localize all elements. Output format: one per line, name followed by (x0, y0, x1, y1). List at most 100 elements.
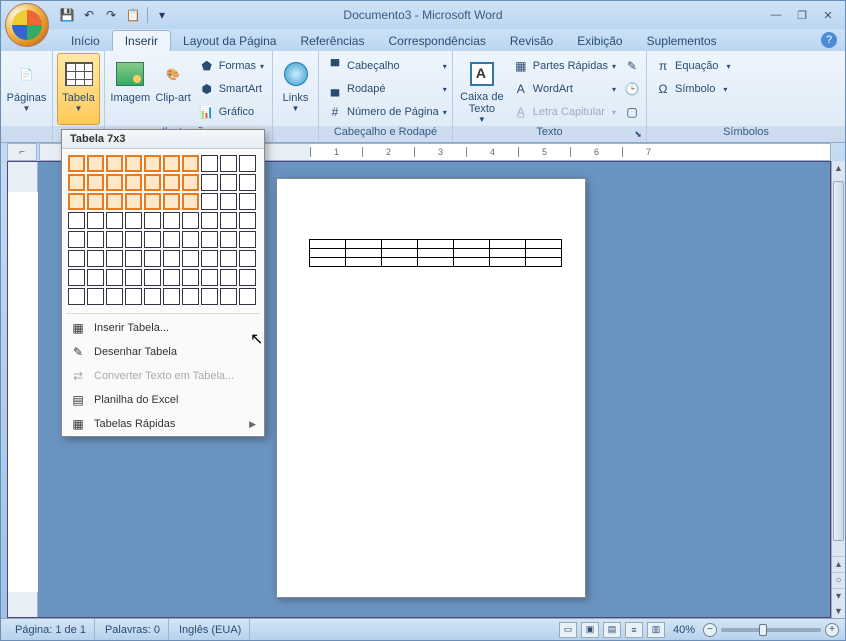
grid-cell[interactable] (163, 231, 180, 248)
grid-cell[interactable] (106, 269, 123, 286)
ruler-corner[interactable]: ⌐ (7, 143, 37, 161)
qat-paste-button[interactable]: 📋 (123, 5, 143, 25)
grid-cell[interactable] (68, 269, 85, 286)
grid-cell[interactable] (239, 193, 256, 210)
quickparts-button[interactable]: ▦Partes Rápidas▾ (509, 55, 620, 77)
grid-cell[interactable] (220, 250, 237, 267)
grid-cell[interactable] (201, 269, 218, 286)
smartart-button[interactable]: ⬢SmartArt (195, 78, 268, 100)
view-outline[interactable]: ≡ (625, 622, 643, 638)
close-button[interactable]: ✕ (817, 7, 839, 23)
grid-cell[interactable] (68, 288, 85, 305)
grid-cell[interactable] (182, 231, 199, 248)
grid-cell[interactable] (201, 250, 218, 267)
help-button[interactable]: ? (821, 32, 837, 48)
view-draft[interactable]: ▥ (647, 622, 665, 638)
header-button[interactable]: ▀Cabeçalho▾ (323, 55, 451, 77)
grid-cell[interactable] (68, 231, 85, 248)
grid-cell[interactable] (125, 288, 142, 305)
excel-spreadsheet-item[interactable]: ▤Planilha do Excel (62, 388, 264, 412)
grid-cell[interactable] (201, 288, 218, 305)
shapes-button[interactable]: ⬟Formas▾ (195, 55, 268, 77)
zoom-slider-knob[interactable] (759, 624, 767, 636)
grid-cell[interactable] (163, 250, 180, 267)
footer-button[interactable]: ▄Rodapé▾ (323, 78, 451, 100)
grid-cell[interactable] (220, 269, 237, 286)
grid-cell[interactable] (68, 174, 85, 191)
grid-cell[interactable] (163, 193, 180, 210)
grid-cell[interactable] (201, 193, 218, 210)
grid-cell[interactable] (239, 231, 256, 248)
grid-cell[interactable] (87, 155, 104, 172)
restore-button[interactable]: ❐ (791, 7, 813, 23)
dropcap-button[interactable]: A̲Letra Capitular▾ (509, 101, 620, 123)
textbox-button[interactable]: Caixa de Texto ▼ (457, 53, 507, 125)
vertical-scrollbar[interactable]: ▲ ▴ ○ ▾ ▼ (831, 161, 845, 618)
grid-cell[interactable] (220, 155, 237, 172)
status-page[interactable]: Página: 1 de 1 (7, 619, 95, 640)
grid-cell[interactable] (220, 174, 237, 191)
symbol-button[interactable]: ΩSímbolo▾ (651, 78, 734, 100)
grid-cell[interactable] (163, 174, 180, 191)
grid-cell[interactable] (125, 155, 142, 172)
grid-cell[interactable] (163, 269, 180, 286)
equation-button[interactable]: πEquação▾ (651, 55, 734, 77)
grid-cell[interactable] (163, 288, 180, 305)
grid-cell[interactable] (125, 193, 142, 210)
grid-cell[interactable] (163, 212, 180, 229)
links-button[interactable]: Links ▼ (277, 53, 314, 125)
grid-cell[interactable] (125, 250, 142, 267)
grid-cell[interactable] (201, 155, 218, 172)
view-print-layout[interactable]: ▭ (559, 622, 577, 638)
grid-cell[interactable] (106, 231, 123, 248)
grid-cell[interactable] (125, 212, 142, 229)
grid-cell[interactable] (182, 174, 199, 191)
status-language[interactable]: Inglês (EUA) (171, 619, 250, 640)
grid-cell[interactable] (106, 174, 123, 191)
view-full-screen[interactable]: ▣ (581, 622, 599, 638)
grid-cell[interactable] (201, 231, 218, 248)
scroll-up-button[interactable]: ▲ (832, 161, 845, 175)
grid-cell[interactable] (239, 288, 256, 305)
chart-button[interactable]: 📊Gráfico (195, 101, 268, 123)
draw-table-item[interactable]: ✎Desenhar Tabela (62, 340, 264, 364)
signature-button[interactable]: ✎ (622, 55, 642, 77)
insert-table-item[interactable]: ▦Inserir Tabela... (62, 316, 264, 340)
qat-customize-button[interactable]: ▾ (152, 5, 172, 25)
grid-cell[interactable] (144, 212, 161, 229)
tab-addins[interactable]: Suplementos (635, 31, 729, 51)
grid-cell[interactable] (106, 212, 123, 229)
zoom-out-button[interactable]: − (703, 623, 717, 637)
text-dialog-launcher[interactable]: ⬊ (632, 128, 644, 140)
grid-cell[interactable] (220, 288, 237, 305)
table-size-grid[interactable] (62, 149, 264, 311)
grid-cell[interactable] (239, 212, 256, 229)
tab-references[interactable]: Referências (288, 31, 376, 51)
grid-cell[interactable] (163, 155, 180, 172)
qat-redo-button[interactable]: ↷ (101, 5, 121, 25)
table-button[interactable]: Tabela ▼ (57, 53, 100, 125)
grid-cell[interactable] (125, 174, 142, 191)
grid-cell[interactable] (125, 269, 142, 286)
grid-cell[interactable] (182, 269, 199, 286)
image-button[interactable]: Imagem (109, 53, 152, 125)
qat-undo-button[interactable]: ↶ (79, 5, 99, 25)
wordart-button[interactable]: AWordArt▾ (509, 78, 620, 100)
pagenum-button[interactable]: #Número de Página▾ (323, 101, 451, 123)
tab-view[interactable]: Exibição (565, 31, 634, 51)
grid-cell[interactable] (68, 212, 85, 229)
view-web-layout[interactable]: ▤ (603, 622, 621, 638)
grid-cell[interactable] (220, 212, 237, 229)
grid-cell[interactable] (239, 155, 256, 172)
grid-cell[interactable] (87, 174, 104, 191)
grid-cell[interactable] (239, 174, 256, 191)
tab-mailings[interactable]: Correspondências (376, 31, 497, 51)
grid-cell[interactable] (220, 231, 237, 248)
grid-cell[interactable] (220, 193, 237, 210)
grid-cell[interactable] (106, 250, 123, 267)
tab-page-layout[interactable]: Layout da Página (171, 31, 288, 51)
grid-cell[interactable] (68, 250, 85, 267)
next-page-button[interactable]: ▾ (832, 588, 845, 604)
grid-cell[interactable] (87, 269, 104, 286)
grid-cell[interactable] (106, 193, 123, 210)
